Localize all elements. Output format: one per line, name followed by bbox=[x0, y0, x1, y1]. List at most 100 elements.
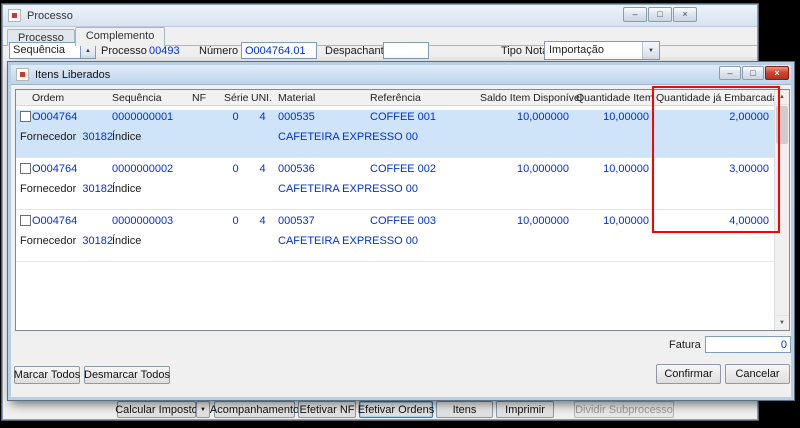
cell-quantidade-item: 10,00000 bbox=[603, 111, 649, 123]
efetivar-nf-button[interactable]: Efetivar NF bbox=[298, 401, 356, 418]
processo-label: Processo bbox=[101, 45, 147, 57]
cell-quantidade-ja-embarcada: 3,00000 bbox=[729, 163, 769, 175]
cell-saldo-item-disponivel: 10,000000 bbox=[517, 111, 569, 123]
confirmar-button[interactable]: Confirmar bbox=[656, 364, 721, 384]
sequencia-selector[interactable]: Sequência bbox=[9, 42, 81, 59]
tipo-nota-select[interactable]: Importação ▼ bbox=[544, 41, 660, 60]
cell-quantidade-ja-embarcada: 4,00000 bbox=[729, 215, 769, 227]
cell-indice: Índice bbox=[112, 183, 142, 195]
cell-material: 000536 bbox=[278, 163, 315, 175]
cell-material: 000535 bbox=[278, 111, 315, 123]
cell-serie: 0 bbox=[232, 163, 239, 175]
fornecedor-value: 30182 bbox=[82, 183, 113, 195]
cell-fornecedor: Fornecedor 30182 bbox=[16, 182, 113, 198]
cell-indice: Índice bbox=[112, 131, 142, 143]
marcar-todos-button[interactable]: Marcar Todos bbox=[14, 366, 80, 384]
column-header-saldo-item-disponivel[interactable]: Saldo Item Disponível bbox=[478, 90, 582, 105]
table-row[interactable]: O004764 0000000003 0 4 000537 COFFEE 003… bbox=[16, 214, 774, 262]
chevron-down-icon[interactable]: ▼ bbox=[642, 42, 659, 59]
cell-material-descricao: CAFETEIRA EXPRESSO 00 bbox=[278, 131, 418, 143]
scrollbar-thumb[interactable] bbox=[776, 106, 788, 144]
cell-ordem: O004764 bbox=[32, 215, 78, 227]
itens-grid: Ordem Sequência NF Série UNI. Material R… bbox=[15, 89, 790, 331]
close-icon[interactable]: × bbox=[765, 66, 789, 80]
cancelar-button[interactable]: Cancelar bbox=[725, 364, 790, 384]
table-row[interactable]: O004764 0000000001 0 4 000535 COFFEE 001… bbox=[16, 110, 774, 158]
itens-button[interactable]: Itens bbox=[436, 401, 493, 418]
cell-fornecedor: Fornecedor 30182 bbox=[16, 234, 113, 250]
dividir-subprocesso-button: Dividir Subprocesso bbox=[574, 401, 674, 418]
table-row[interactable]: O004764 0000000002 0 4 000536 COFFEE 002… bbox=[16, 162, 774, 210]
processo-window-controls: – □ × bbox=[623, 7, 697, 22]
cell-sequencia: 0000000001 bbox=[112, 111, 174, 123]
column-header-quantidade-ja-embarcada[interactable]: Quantidade já Embarcada bbox=[654, 90, 774, 105]
tab-complemento[interactable]: Complemento bbox=[74, 27, 166, 46]
grid-header: Ordem Sequência NF Série UNI. Material R… bbox=[16, 90, 774, 106]
column-header-sequencia[interactable]: Sequência bbox=[110, 90, 190, 105]
column-header-ordem[interactable]: Ordem bbox=[30, 90, 110, 105]
column-header-serie[interactable]: Série bbox=[222, 90, 249, 105]
cell-sequencia: 0000000003 bbox=[112, 215, 174, 227]
column-header-quantidade-item[interactable]: Quantidade Item bbox=[574, 90, 654, 105]
processo-window-title: Processo bbox=[27, 9, 73, 22]
cell-quantidade-ja-embarcada: 2,00000 bbox=[729, 111, 769, 123]
itens-grid-body: Ordem Sequência NF Série UNI. Material R… bbox=[16, 90, 774, 330]
tipo-nota-value: Importação bbox=[549, 44, 605, 56]
column-header-nf[interactable]: NF bbox=[190, 90, 222, 105]
cell-uni: 4 bbox=[259, 215, 266, 227]
app-icon bbox=[8, 9, 21, 22]
processo-value: 00493 bbox=[149, 45, 180, 57]
calcular-imposto-button[interactable]: Calcular Imposto bbox=[115, 401, 198, 418]
acompanhamento-button[interactable]: Acompanhamento bbox=[210, 401, 299, 418]
fatura-input[interactable] bbox=[705, 336, 791, 353]
efetivar-ordens-button[interactable]: Efetivar Ordens bbox=[358, 401, 434, 418]
cell-saldo-item-disponivel: 10,000000 bbox=[517, 215, 569, 227]
cell-quantidade-item: 10,00000 bbox=[603, 163, 649, 175]
cell-saldo-item-disponivel: 10,000000 bbox=[517, 163, 569, 175]
cell-material-descricao: CAFETEIRA EXPRESSO 00 bbox=[278, 235, 418, 247]
cell-material: 000537 bbox=[278, 215, 315, 227]
dialog-window-controls: – □ × bbox=[719, 66, 789, 80]
cell-referencia: COFFEE 001 bbox=[370, 111, 437, 123]
imprimir-button[interactable]: Imprimir bbox=[496, 401, 554, 418]
cell-ordem: O004764 bbox=[32, 163, 78, 175]
dialog-titlebar[interactable]: Itens Liberados bbox=[11, 65, 791, 85]
fornecedor-label: Fornecedor bbox=[20, 131, 77, 143]
fornecedor-label: Fornecedor bbox=[20, 183, 77, 195]
cell-referencia: COFFEE 002 bbox=[370, 163, 437, 175]
maximize-icon[interactable]: □ bbox=[742, 66, 764, 80]
cell-serie: 0 bbox=[232, 215, 239, 227]
cell-nf bbox=[190, 110, 222, 126]
desktop: Processo – □ × Processo Complemento Sequê… bbox=[0, 0, 800, 428]
app-icon bbox=[16, 68, 29, 81]
scroll-down-icon[interactable]: ▼ bbox=[775, 315, 789, 330]
fatura-label: Fatura bbox=[669, 339, 701, 351]
column-header-referencia[interactable]: Referência bbox=[368, 90, 478, 105]
itens-liberados-dialog: Itens Liberados – □ × Ordem Sequência NF… bbox=[7, 61, 795, 401]
cell-uni: 4 bbox=[259, 163, 266, 175]
cell-quantidade-item: 10,00000 bbox=[603, 215, 649, 227]
numero-po-input[interactable] bbox=[241, 42, 317, 59]
minimize-icon[interactable]: – bbox=[623, 7, 647, 22]
tipo-nota-label: Tipo Nota bbox=[501, 45, 549, 57]
desmarcar-todos-button[interactable]: Desmarcar Todos bbox=[84, 366, 170, 384]
scroll-up-icon[interactable]: ▲ bbox=[775, 90, 789, 105]
column-header-material[interactable]: Material bbox=[276, 90, 368, 105]
cell-nf bbox=[190, 214, 222, 230]
cell-ordem: O004764 bbox=[32, 111, 78, 123]
cell-nf bbox=[190, 162, 222, 178]
cell-uni: 4 bbox=[259, 111, 266, 123]
despachante-input[interactable] bbox=[383, 42, 429, 59]
fornecedor-value: 30182 bbox=[82, 235, 113, 247]
cell-material-descricao: CAFETEIRA EXPRESSO 00 bbox=[278, 183, 418, 195]
header-checkbox-spacer bbox=[16, 90, 30, 105]
column-header-uni[interactable]: UNI. bbox=[249, 90, 276, 105]
calcular-imposto-dropdown-icon[interactable]: ▼ bbox=[196, 401, 210, 418]
maximize-icon[interactable]: □ bbox=[648, 7, 672, 22]
cell-sequencia: 0000000002 bbox=[112, 163, 174, 175]
cell-referencia: COFFEE 003 bbox=[370, 215, 437, 227]
close-icon[interactable]: × bbox=[673, 7, 697, 22]
fornecedor-value: 30182 bbox=[82, 131, 113, 143]
vertical-scrollbar[interactable]: ▲ ▼ bbox=[774, 90, 789, 330]
minimize-icon[interactable]: – bbox=[719, 66, 741, 80]
